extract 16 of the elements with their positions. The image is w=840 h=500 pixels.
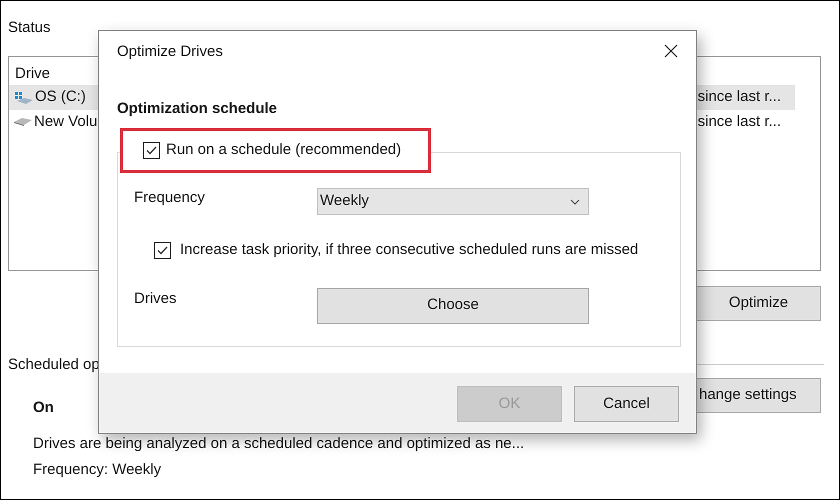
checkbox-label: Increase task priority, if three consecutive scheduled runs are missed bbox=[180, 240, 638, 260]
section-heading: Optimization schedule bbox=[117, 99, 278, 119]
dropdown-value: Weekly bbox=[320, 191, 369, 212]
field-label: Drives bbox=[134, 288, 178, 308]
column-header: Drive bbox=[14, 64, 52, 84]
table-cell-text: since last r... bbox=[698, 87, 781, 108]
checkbox-label: Run on a schedule (recommended) bbox=[166, 140, 402, 160]
field-label: Frequency bbox=[134, 188, 206, 208]
section-label: Status bbox=[8, 18, 52, 38]
drive-name: OS (C:) bbox=[35, 87, 86, 108]
schedule-description: Drives are being analyzed on a scheduled cadence and optimized as ne... bbox=[33, 435, 524, 453]
drive-name: New Volu bbox=[34, 112, 98, 132]
frequency-summary: Frequency: Weekly bbox=[33, 461, 162, 479]
schedule-state: On bbox=[33, 398, 55, 418]
window-title: Optimize Drives bbox=[117, 42, 223, 62]
table-cell-text: since last r... bbox=[698, 112, 781, 132]
